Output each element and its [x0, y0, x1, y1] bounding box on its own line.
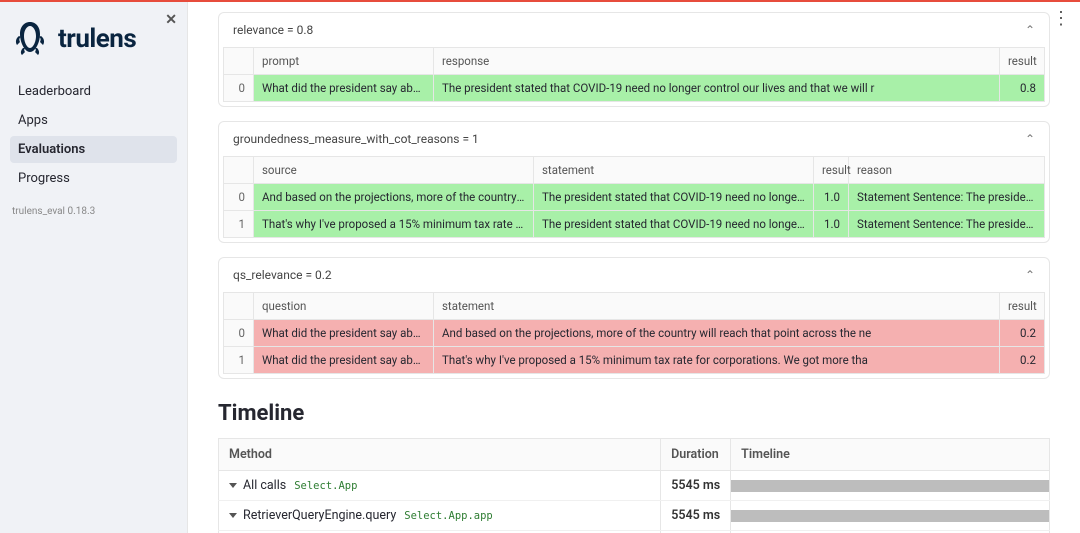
main-content: ⋮ relevance = 0.8 ⌃ prompt response resu…: [188, 2, 1080, 533]
method-cell: RetrieverQueryEngine.query Select.App.app: [219, 501, 661, 531]
cell: What did the president say about covid-1…: [254, 75, 434, 102]
table-row: 1That's why I've proposed a 15% minimum …: [224, 211, 1045, 238]
method-name: RetrieverQueryEngine.query: [243, 508, 396, 523]
col-idx: [224, 157, 254, 184]
close-sidebar-icon[interactable]: ✕: [165, 12, 177, 28]
method-name: All calls: [243, 478, 286, 493]
col-method: Method: [219, 439, 661, 471]
row-index: 1: [224, 211, 254, 238]
cell: The president stated that COVID-19 need …: [434, 75, 1000, 102]
timeline-title: Timeline: [218, 401, 1050, 426]
chevron-up-icon: ⌃: [1025, 268, 1035, 282]
relevance-table: prompt response result 0What did the pre…: [223, 47, 1045, 102]
col-source: source: [254, 157, 534, 184]
app-layout: ✕ trulens LeaderboardAppsEvaluationsProg…: [0, 2, 1080, 533]
sidebar: ✕ trulens LeaderboardAppsEvaluationsProg…: [0, 2, 188, 533]
cell-result: 1.0: [814, 184, 849, 211]
row-index: 0: [224, 320, 254, 347]
selector-path: Select.App.app: [404, 510, 493, 522]
panel-groundedness-title: groundedness_measure_with_cot_reasons = …: [233, 132, 479, 146]
chevron-up-icon: ⌃: [1025, 23, 1035, 37]
table-row: 0And based on the projections, more of t…: [224, 184, 1045, 211]
timeline-bar: [731, 510, 1049, 522]
nav-item-evaluations[interactable]: Evaluations: [10, 136, 177, 163]
col-response: response: [434, 48, 1000, 75]
panel-groundedness: groundedness_measure_with_cot_reasons = …: [218, 121, 1050, 243]
kebab-menu-icon[interactable]: ⋮: [1052, 8, 1070, 29]
col-statement: statement: [434, 293, 1000, 320]
cell-result: 0.2: [1000, 347, 1045, 374]
cell: And based on the projections, more of th…: [254, 184, 534, 211]
panel-relevance-header[interactable]: relevance = 0.8 ⌃: [219, 13, 1049, 47]
table-row: 0What did the president say about covid-…: [224, 75, 1045, 102]
col-idx: [224, 48, 254, 75]
cell-reason: Statement Sentence: The president stated…: [849, 184, 1045, 211]
timeline-row[interactable]: RetrieverQueryEngine.query Select.App.app…: [219, 501, 1050, 531]
panel-relevance: relevance = 0.8 ⌃ prompt response result…: [218, 12, 1050, 107]
cell-result: 0.2: [1000, 320, 1045, 347]
row-index: 0: [224, 184, 254, 211]
col-prompt: prompt: [254, 48, 434, 75]
cell: That's why I've proposed a 15% minimum t…: [254, 211, 534, 238]
col-idx: [224, 293, 254, 320]
qs-relevance-table: question statement result 0What did the …: [223, 292, 1045, 374]
col-result: result: [1000, 293, 1045, 320]
cell: That's why I've proposed a 15% minimum t…: [434, 347, 1000, 374]
method-cell: All calls Select.App: [219, 471, 661, 501]
cell-result: 0.8: [1000, 75, 1045, 102]
col-result: result: [814, 157, 849, 184]
timeline-bar-cell: [731, 471, 1050, 501]
timeline-bar-cell: [731, 501, 1050, 531]
col-question: question: [254, 293, 434, 320]
timeline-bar: [731, 480, 1049, 492]
row-index: 0: [224, 75, 254, 102]
brand-name: trulens: [58, 24, 136, 54]
version-label: trulens_eval 0.18.3: [10, 206, 177, 217]
panel-relevance-title: relevance = 0.8: [233, 23, 313, 37]
cell: And based on the projections, more of th…: [434, 320, 1000, 347]
panel-qs-relevance: qs_relevance = 0.2 ⌃ question statement …: [218, 257, 1050, 379]
cell-reason: Statement Sentence: The president stated…: [849, 211, 1045, 238]
caret-down-icon[interactable]: [229, 513, 237, 518]
nav-item-progress[interactable]: Progress: [10, 165, 177, 192]
duration-cell: 5545 ms: [661, 471, 731, 501]
brand-logo-icon: [10, 18, 50, 60]
row-index: 1: [224, 347, 254, 374]
selector-path: Select.App: [294, 480, 357, 492]
table-row: 0What did the president say about covid-…: [224, 320, 1045, 347]
brand: trulens: [10, 18, 177, 60]
col-result: result: [1000, 48, 1045, 75]
col-statement: statement: [534, 157, 814, 184]
panel-qs-relevance-title: qs_relevance = 0.2: [233, 268, 332, 282]
nav-item-leaderboard[interactable]: Leaderboard: [10, 78, 177, 105]
timeline-table: Method Duration Timeline All calls Select…: [218, 438, 1050, 533]
cell-result: 1.0: [814, 211, 849, 238]
timeline-row[interactable]: All calls Select.App 5545 ms: [219, 471, 1050, 501]
cell: The president stated that COVID-19 need …: [534, 211, 814, 238]
nav: LeaderboardAppsEvaluationsProgress: [10, 78, 177, 192]
cell: What did the president say about covid-1…: [254, 320, 434, 347]
duration-cell: 5545 ms: [661, 501, 731, 531]
panel-groundedness-header[interactable]: groundedness_measure_with_cot_reasons = …: [219, 122, 1049, 156]
groundedness-table: source statement result reason 0And base…: [223, 156, 1045, 238]
nav-item-apps[interactable]: Apps: [10, 107, 177, 134]
col-duration: Duration: [661, 439, 731, 471]
col-reason: reason: [849, 157, 1045, 184]
table-row: 1What did the president say about covid-…: [224, 347, 1045, 374]
chevron-up-icon: ⌃: [1025, 132, 1035, 146]
cell: The president stated that COVID-19 need …: [534, 184, 814, 211]
caret-down-icon[interactable]: [229, 483, 237, 488]
col-timeline: Timeline: [731, 439, 1050, 471]
cell: What did the president say about covid-1…: [254, 347, 434, 374]
panel-qs-relevance-header[interactable]: qs_relevance = 0.2 ⌃: [219, 258, 1049, 292]
